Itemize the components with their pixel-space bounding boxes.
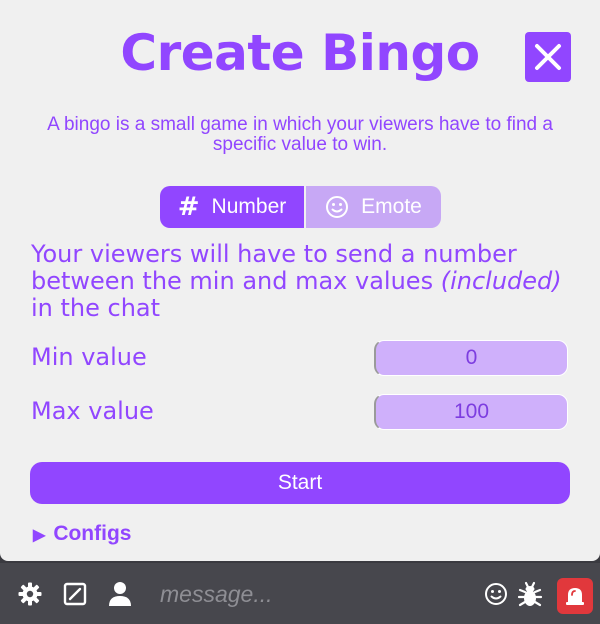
explanation-tail: in the chat <box>31 294 161 322</box>
max-value-label: Max value <box>31 397 154 425</box>
gear-icon[interactable] <box>18 582 42 610</box>
edit-icon[interactable] <box>63 582 87 610</box>
user-icon[interactable] <box>108 581 132 611</box>
chat-bottom-bar: message... <box>0 563 600 624</box>
dialog-title: Create Bingo <box>120 24 480 82</box>
close-button[interactable] <box>525 32 571 82</box>
smiley-icon[interactable] <box>484 582 508 610</box>
configs-toggle[interactable]: ▶ Configs <box>33 522 131 546</box>
explanation-italic: (included) <box>440 267 562 295</box>
min-value-input[interactable]: 0 <box>374 340 568 376</box>
mode-switch: # Number Emote <box>160 186 441 228</box>
max-value-input[interactable]: 100 <box>374 394 568 430</box>
min-value-label: Min value <box>31 343 147 371</box>
dialog-description: A bingo is a small game in which your vi… <box>47 114 553 155</box>
expand-triangle-icon: ▶ <box>33 527 46 544</box>
mode-number-label: Number <box>211 195 287 218</box>
configs-label: Configs <box>53 522 132 545</box>
close-icon <box>535 44 561 70</box>
message-input[interactable]: message... <box>152 577 480 611</box>
mode-explanation: Your viewers will have to send a number … <box>31 241 571 322</box>
mode-emote-label: Emote <box>361 195 422 218</box>
mode-emote-button[interactable]: Emote <box>306 186 441 228</box>
start-button[interactable]: Start <box>30 462 570 504</box>
smiley-icon <box>326 196 349 218</box>
mode-number-button[interactable]: # Number <box>160 186 304 228</box>
hash-icon: # <box>177 192 200 222</box>
alert-icon <box>566 588 584 605</box>
alert-button[interactable] <box>557 578 593 614</box>
bingo-dialog: Create Bingo A bingo is a small game in … <box>0 0 600 561</box>
bug-icon[interactable] <box>516 580 544 612</box>
